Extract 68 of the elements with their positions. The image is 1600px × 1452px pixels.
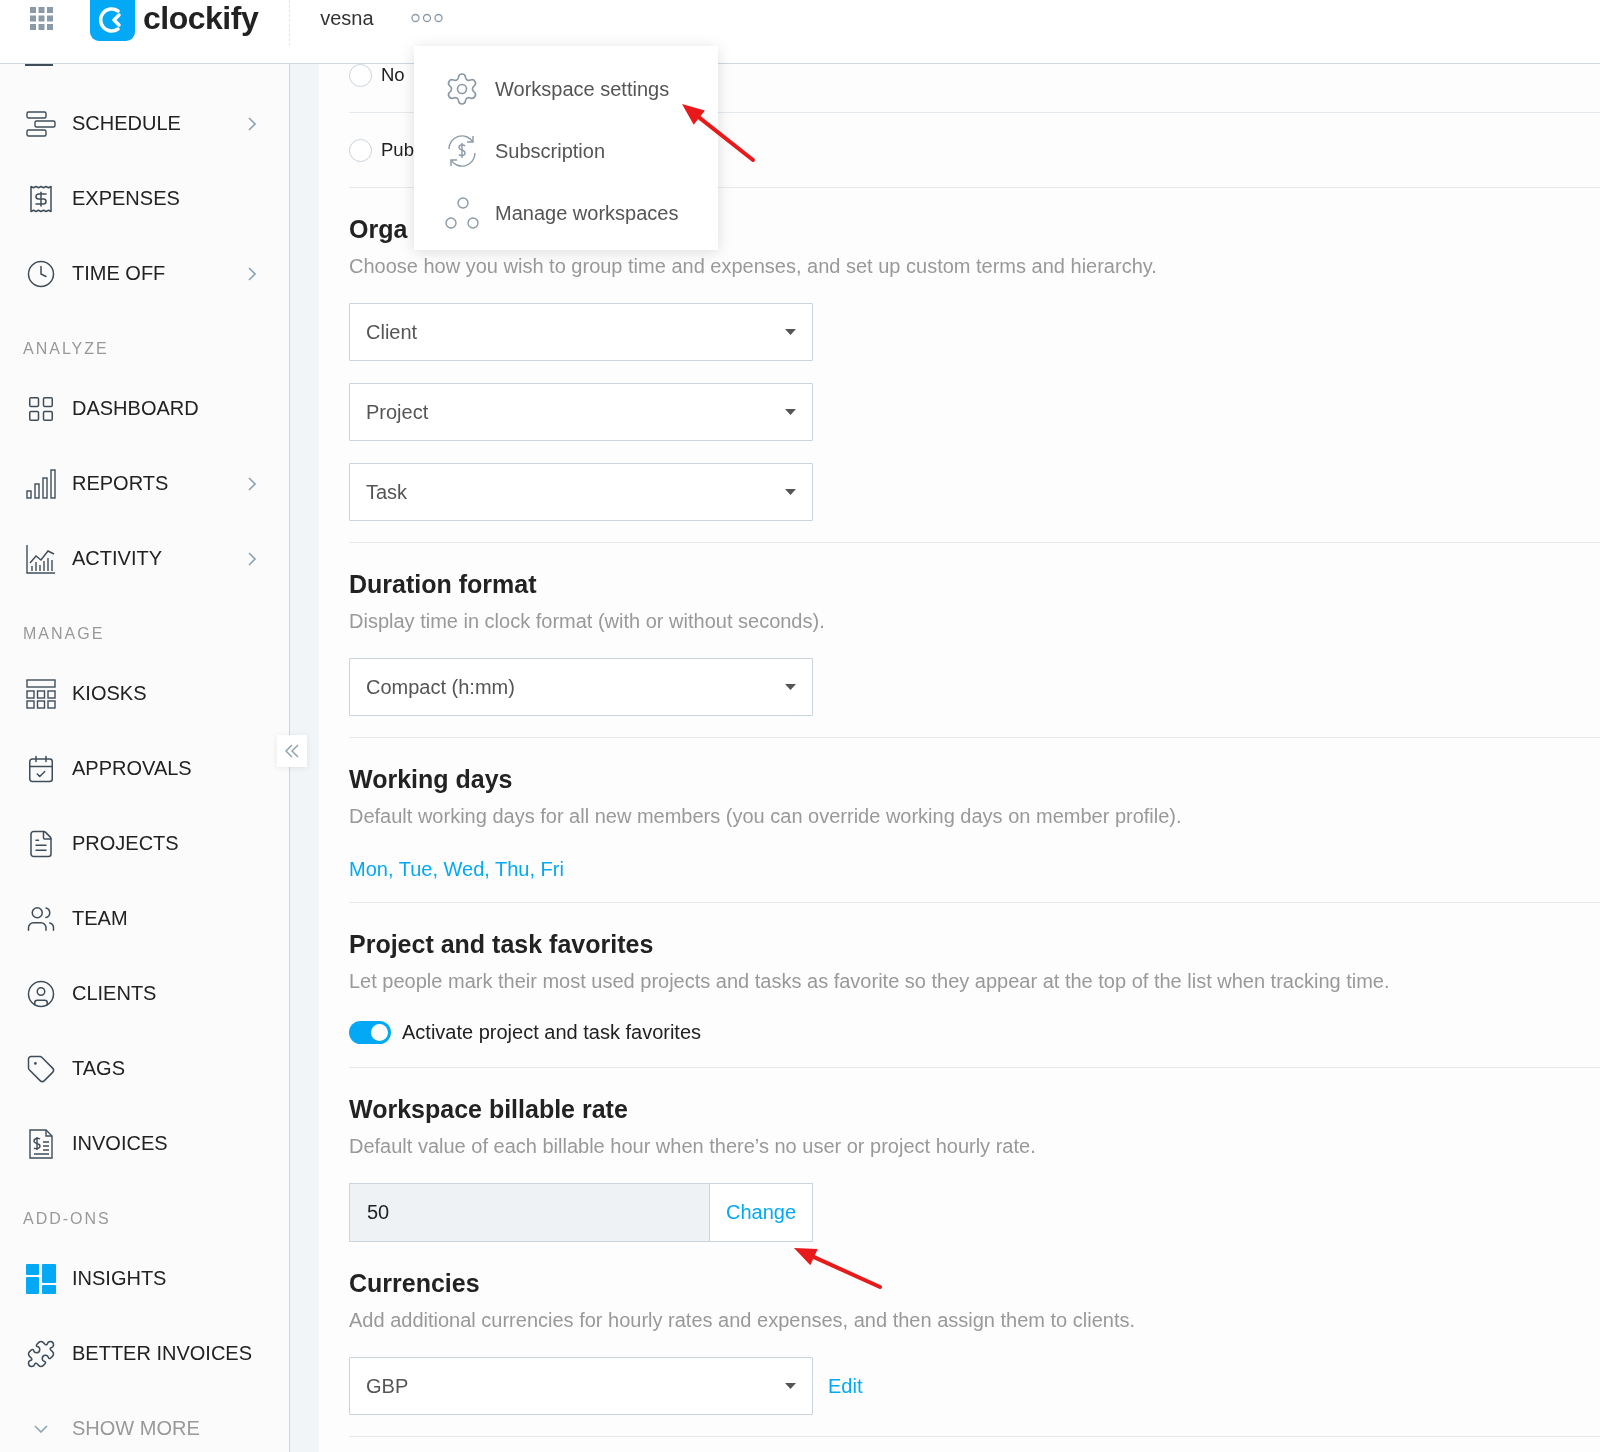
toggle-switch[interactable] bbox=[349, 1020, 391, 1044]
currency-dropdown[interactable]: GBP bbox=[349, 1357, 813, 1415]
section-heading: Project and task favorites bbox=[349, 929, 654, 959]
caret-icon bbox=[785, 409, 796, 415]
section-description: Let people mark their most used projects and tasks as favorite so they appear at the top of the list when tracking time. bbox=[349, 969, 1390, 993]
nav-section-title: MANAGE bbox=[22, 624, 105, 644]
section-heading: Orga bbox=[349, 214, 408, 244]
section-description: Display time in clock format (with or without seconds). bbox=[349, 609, 825, 633]
nav-item[interactable]: REPORTS bbox=[0, 446, 289, 521]
user-circle-icon bbox=[25, 978, 56, 1009]
nav-item[interactable]: INVOICES bbox=[0, 1106, 289, 1181]
section-heading: Workspace billable rate bbox=[349, 1094, 628, 1124]
caret-icon bbox=[785, 684, 796, 690]
radio-label: No bbox=[381, 64, 405, 86]
section-heading: Currencies bbox=[349, 1268, 480, 1298]
three-circles-icon bbox=[444, 195, 480, 231]
nav-item[interactable]: KIOSKS bbox=[0, 656, 289, 731]
nav-item[interactable]: CLIENTS bbox=[0, 956, 289, 1031]
nav-section-title: ANALYZE bbox=[22, 339, 109, 359]
nav-item[interactable]: ACTIVITY bbox=[0, 521, 289, 596]
nav-section-title: ADD-ONS bbox=[22, 1209, 111, 1229]
dropdown[interactable]: Compact (h:mm) bbox=[349, 658, 813, 716]
bar-chart-icon bbox=[25, 468, 56, 499]
nav-item[interactable]: APPROVALS bbox=[0, 731, 289, 806]
line-chart-icon bbox=[25, 543, 56, 574]
menu-item[interactable]: Manage workspaces bbox=[414, 182, 718, 244]
menu-item[interactable]: Subscription bbox=[414, 120, 718, 182]
clock-icon bbox=[25, 258, 56, 289]
section-description: Choose how you wish to group time and expenses, and set up custom terms and hierarchy. bbox=[349, 254, 1157, 278]
radio-button[interactable] bbox=[349, 64, 372, 87]
nav-item[interactable]: TIME OFF bbox=[0, 236, 289, 311]
section-heading: Working days bbox=[349, 764, 513, 794]
section-description: Add additional currencies for hourly rates and expenses, and then assign them to clients. bbox=[349, 1308, 1135, 1332]
nav-item[interactable]: DASHBOARD bbox=[0, 371, 289, 446]
workspace-name[interactable]: vesna bbox=[320, 0, 374, 36]
section-description: Default value of each billable hour when there’s no user or project hourly rate. bbox=[349, 1134, 1036, 1158]
cut-off-icon bbox=[25, 64, 53, 67]
nav-item[interactable]: PROJECTS bbox=[0, 806, 289, 881]
rate-input[interactable]: 50 bbox=[349, 1183, 710, 1242]
dropdown[interactable]: Client bbox=[349, 303, 813, 361]
nav-item[interactable]: TEAM bbox=[0, 881, 289, 956]
caret-icon bbox=[785, 329, 796, 335]
logo-text: clockify bbox=[143, 0, 259, 36]
dropdown[interactable]: Project bbox=[349, 383, 813, 441]
puzzle-icon bbox=[25, 1338, 56, 1369]
tag-icon bbox=[25, 1053, 56, 1084]
double-chevron-icon bbox=[285, 744, 299, 758]
toggle-label: Activate project and task favorites bbox=[402, 1020, 702, 1045]
collapse-button[interactable] bbox=[277, 735, 307, 767]
more-icon[interactable] bbox=[410, 13, 443, 23]
dropdown[interactable]: Task bbox=[349, 463, 813, 521]
menu-item[interactable]: Workspace settings bbox=[414, 58, 718, 120]
section-heading: Duration format bbox=[349, 569, 537, 599]
nav-item[interactable]: INSIGHTS bbox=[0, 1241, 289, 1316]
nav-item[interactable]: EXPENSES bbox=[0, 161, 289, 236]
section-description: Default working days for all new members (you can override working days on member profile). bbox=[349, 804, 1182, 828]
nav-item[interactable]: BETTER INVOICES bbox=[0, 1316, 289, 1391]
apps-grid-icon[interactable] bbox=[30, 7, 53, 30]
chevron-down-icon bbox=[33, 1424, 48, 1433]
nav-item[interactable]: TAGS bbox=[0, 1031, 289, 1106]
stacked-bars-icon bbox=[25, 108, 56, 139]
nav-item[interactable]: SCHEDULE bbox=[0, 86, 289, 161]
caret-icon bbox=[785, 1383, 796, 1389]
caret-icon bbox=[785, 489, 796, 495]
table-grid-icon bbox=[25, 678, 56, 709]
tiles-icon bbox=[25, 1263, 56, 1294]
radio-button[interactable] bbox=[349, 138, 372, 162]
radio-label: Pub bbox=[381, 139, 414, 161]
